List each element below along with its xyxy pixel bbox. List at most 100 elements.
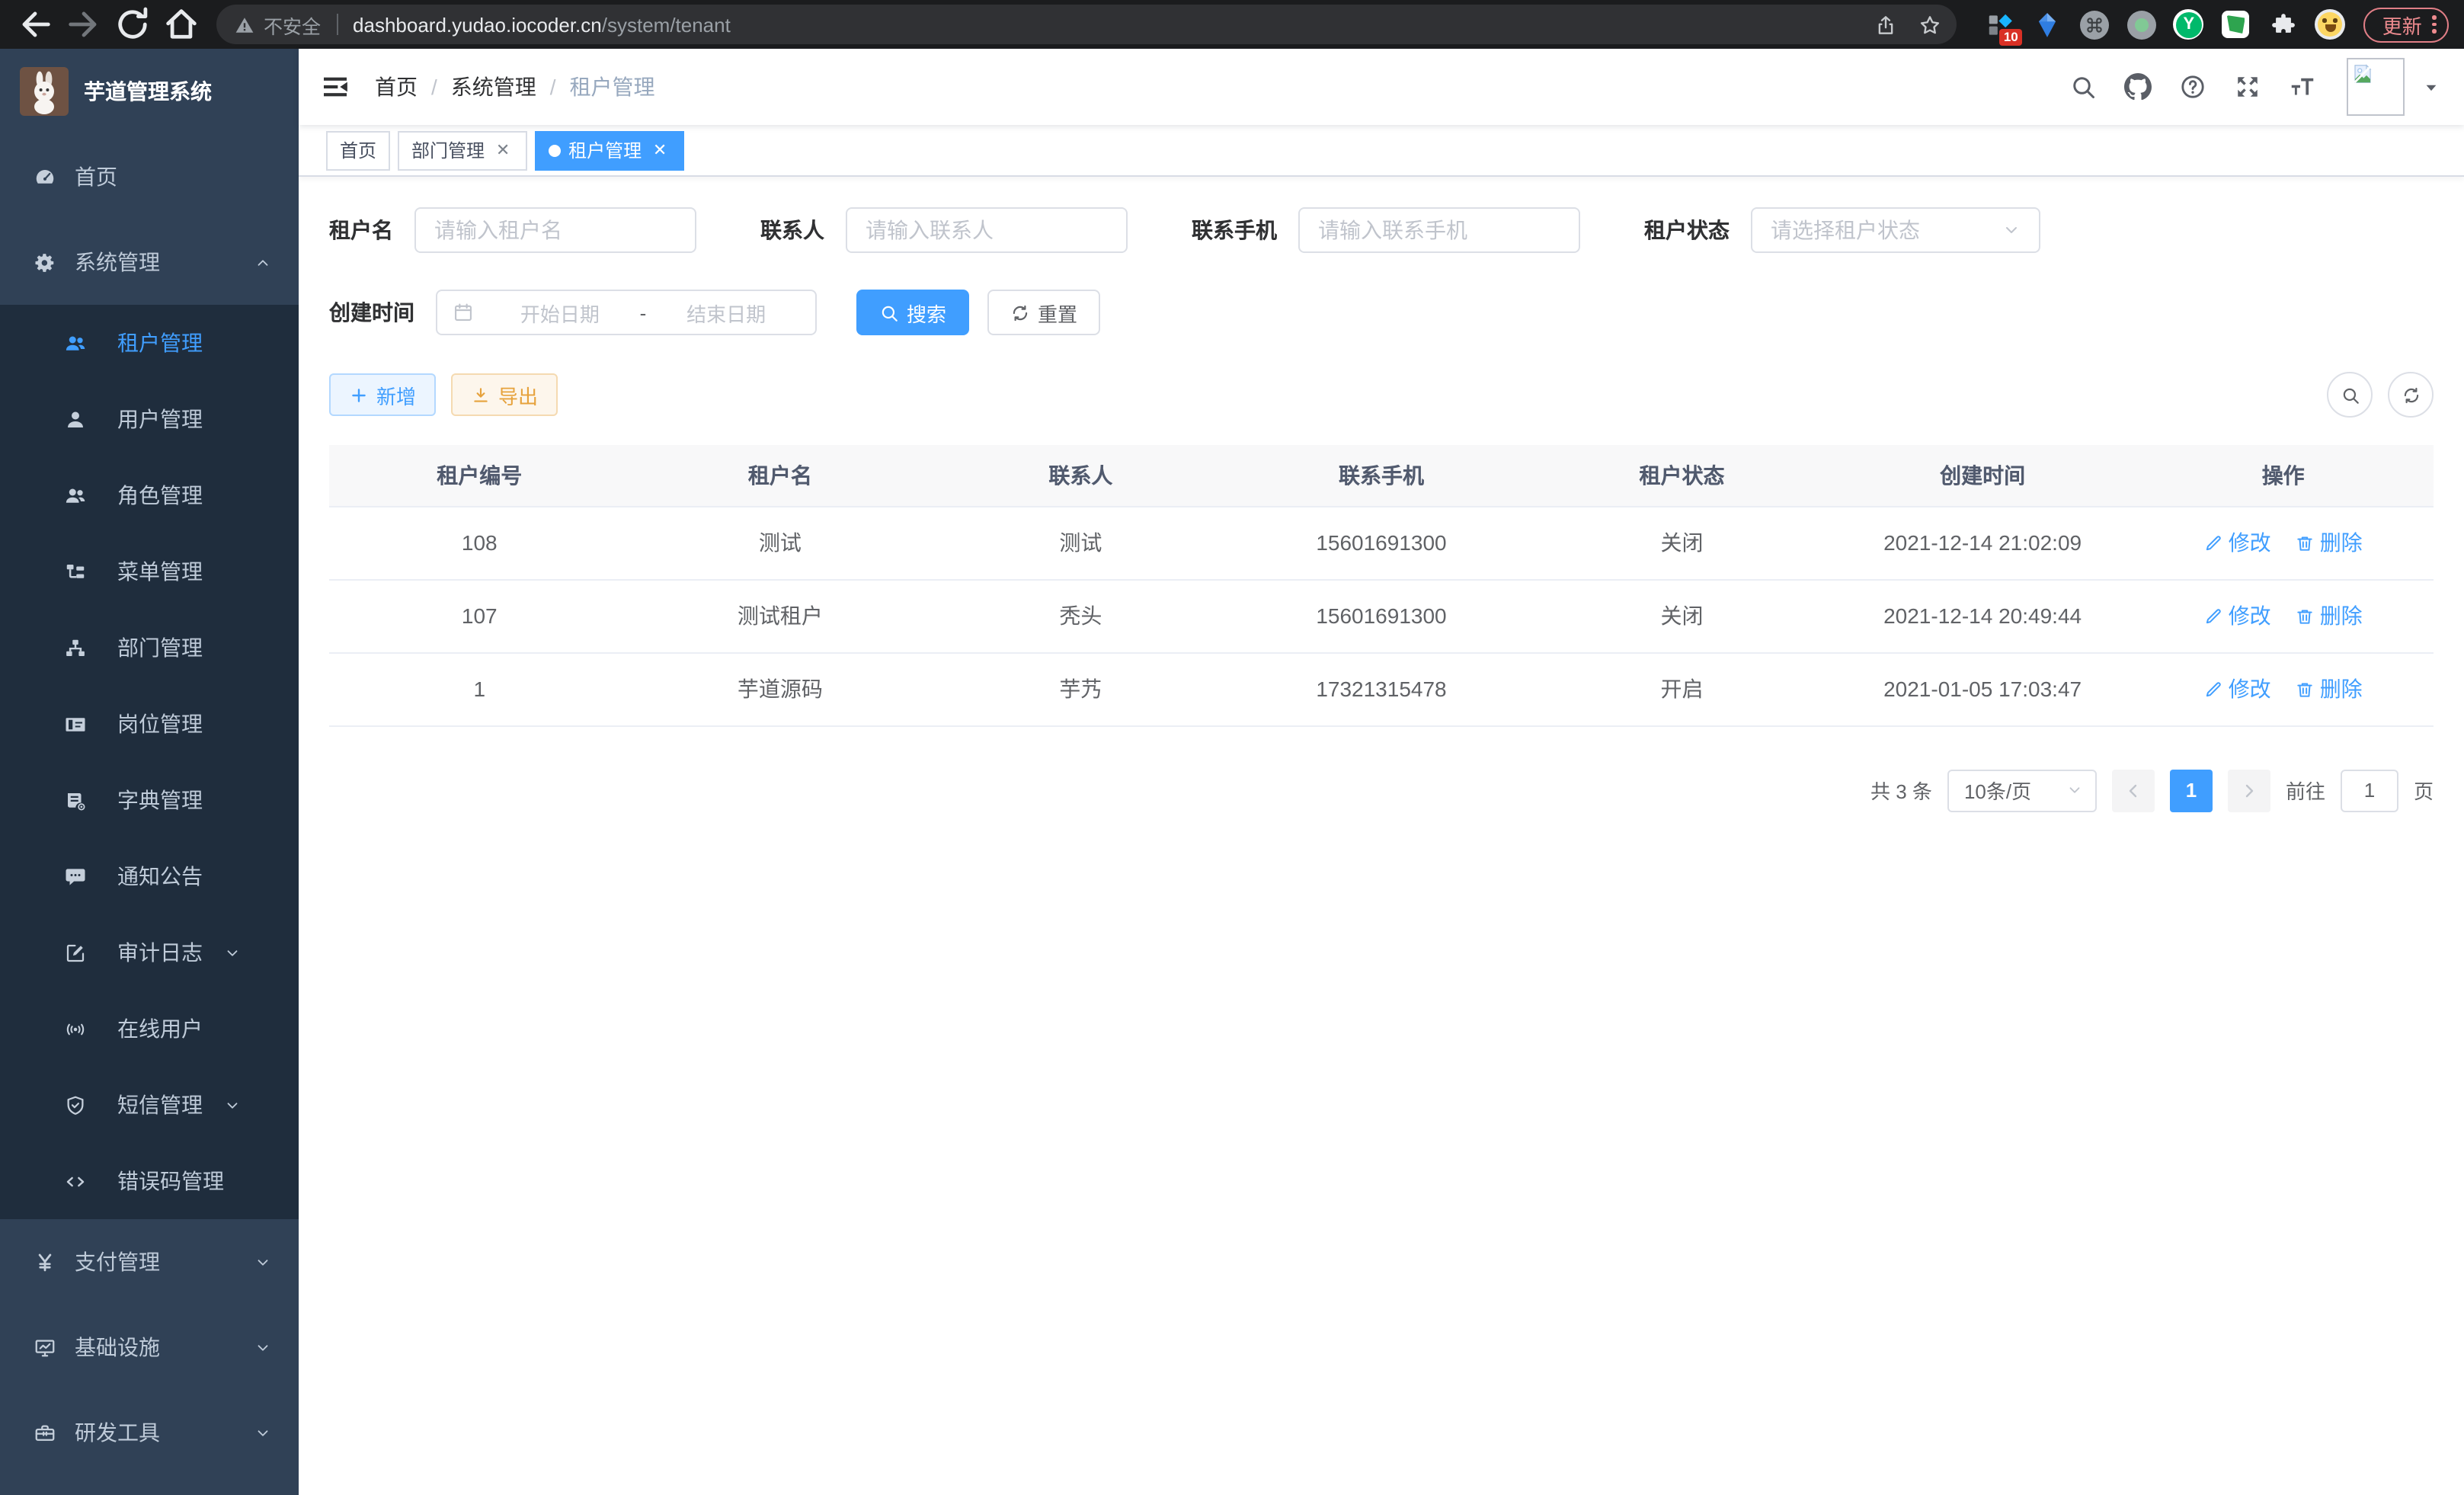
status-text: 开启 [1531,652,1832,725]
sidebar-logo[interactable]: 芋道管理系统 [0,49,299,134]
browser-extensions: 10 Y [1985,9,2346,40]
dept-sitemap-icon [64,636,87,659]
sidebar-item-user[interactable]: 用户管理 [0,381,299,457]
browser-menu-dots-icon[interactable] [2433,15,2437,34]
chevron-down-icon [224,944,241,961]
navbar-actions [2069,58,2440,116]
avatar[interactable] [2347,58,2405,116]
help-icon[interactable] [2179,73,2206,101]
dict-book-icon [64,789,87,812]
page-size-select[interactable]: 10条/页 [1947,769,2097,812]
current-page[interactable]: 1 [2170,769,2213,812]
font-size-icon[interactable] [2289,73,2316,101]
next-page-button[interactable] [2228,769,2270,812]
online-broadcast-icon [64,1017,87,1040]
broken-image-icon [2351,62,2374,85]
tab-dept[interactable]: 部门管理 ✕ [398,130,527,170]
sidebar-item-devtool[interactable]: 研发工具 [0,1390,299,1475]
caret-down-icon[interactable] [2423,78,2440,95]
delete-link[interactable]: 删除 [2296,674,2363,704]
hamburger-icon[interactable] [320,72,350,102]
sidebar-item-pay[interactable]: 支付管理 [0,1219,299,1305]
post-badge-icon [64,712,87,735]
security-label: 不安全 [264,10,321,39]
goto-label: 前往 [2286,776,2325,805]
browser-update-button[interactable]: 更新 [2364,7,2449,42]
page-unit-label: 页 [2414,776,2434,805]
back-icon[interactable] [15,5,55,44]
warning-icon [235,14,254,34]
mobile-input[interactable]: 请输入联系手机 [1298,207,1580,253]
sidebar-item-role[interactable]: 角色管理 [0,457,299,533]
balloon-icon[interactable] [2032,9,2062,40]
bookmark-star-icon[interactable] [1919,13,1942,36]
search-icon [879,303,899,322]
refresh-table-button[interactable] [2388,372,2434,418]
sidebar-item-dict[interactable]: 字典管理 [0,762,299,838]
breadcrumb-section[interactable]: 系统管理 [451,72,536,102]
sidebar-item-errorcode[interactable]: 错误码管理 [0,1143,299,1219]
profile-emoji-icon[interactable] [2315,9,2346,40]
sidebar-item-audit-log[interactable]: 审计日志 [0,914,299,991]
contact-input[interactable]: 请输入联系人 [846,207,1128,253]
security-indicator[interactable]: 不安全 [235,10,321,39]
home-icon[interactable] [162,5,201,44]
sidebar-item-online-user[interactable]: 在线用户 [0,991,299,1067]
chevron-down-icon [2066,782,2083,799]
filter-mobile: 联系手机 请输入联系手机 [1192,207,1580,253]
share-icon[interactable] [1875,13,1898,36]
sidebar-item-system[interactable]: 系统管理 [0,219,299,305]
status-select[interactable]: 请选择租户状态 [1751,207,2040,253]
sidebar-item-notice[interactable]: 通知公告 [0,838,299,914]
goto-page-input[interactable] [2341,769,2398,812]
sidebar-item-tenant[interactable]: 租户管理 [0,305,299,381]
trash-icon [2296,679,2315,699]
reset-button[interactable]: 重置 [987,290,1100,335]
sidebar-item-infra[interactable]: 基础设施 [0,1305,299,1390]
add-button[interactable]: 新增 [329,373,436,416]
breadcrumb-home[interactable]: 首页 [375,72,418,102]
chat-app-icon[interactable] [2221,9,2251,40]
chevron-right-icon [2240,781,2258,799]
y-logo-icon[interactable]: Y [2174,9,2204,40]
sidebar-item-home[interactable]: 首页 [0,134,299,219]
sidebar-item-sms[interactable]: 短信管理 [0,1067,299,1143]
extension-badge: 10 [1999,29,2023,46]
app-root: 不安全 dashboard.yudao.iocoder.cn/system/te… [0,0,2464,1495]
address-bar[interactable]: 不安全 dashboard.yudao.iocoder.cn/system/te… [216,5,1957,44]
edit-pencil-icon [2204,533,2224,552]
grid-diamond-icon[interactable]: 10 [1985,9,2015,40]
edit-link[interactable]: 修改 [2204,600,2271,631]
github-icon[interactable] [2124,73,2152,101]
reload-icon[interactable] [113,5,152,44]
edit-link[interactable]: 修改 [2204,674,2271,704]
export-button[interactable]: 导出 [451,373,558,416]
date-range-picker[interactable]: 开始日期 - 结束日期 [436,290,817,335]
forward-icon[interactable] [64,5,104,44]
browser-toolbar: 不安全 dashboard.yudao.iocoder.cn/system/te… [0,0,2464,49]
sidebar-item-post[interactable]: 岗位管理 [0,686,299,762]
edit-link[interactable]: 修改 [2204,527,2271,558]
tenant-users-icon [64,331,87,354]
cmd-icon[interactable] [2079,9,2110,40]
fullscreen-icon[interactable] [2234,73,2261,101]
navbar-search-icon[interactable] [2069,73,2097,101]
start-date-input[interactable]: 开始日期 [486,298,634,327]
close-icon[interactable]: ✕ [492,139,514,161]
table-row: 108 测试 测试 15601691300 关闭 2021-12-14 21:0… [329,506,2434,579]
tab-tenant[interactable]: 租户管理 ✕ [535,130,684,170]
sidebar-item-dept[interactable]: 部门管理 [0,610,299,686]
tab-home[interactable]: 首页 [326,130,390,170]
sidebar-item-menu[interactable]: 菜单管理 [0,533,299,610]
table-row: 1 芋道源码 芋艿 17321315478 开启 2021-01-05 17:0… [329,652,2434,725]
delete-link[interactable]: 删除 [2296,600,2363,631]
prev-page-button[interactable] [2112,769,2155,812]
end-date-input[interactable]: 结束日期 [652,298,800,327]
toggle-search-button[interactable] [2327,372,2373,418]
extensions-puzzle-icon[interactable] [2268,9,2299,40]
close-icon[interactable]: ✕ [649,139,670,161]
delete-link[interactable]: 删除 [2296,527,2363,558]
search-button[interactable]: 搜索 [856,290,969,335]
gray-circle-icon[interactable] [2126,9,2157,40]
tenant-name-input[interactable]: 请输入租户名 [414,207,696,253]
